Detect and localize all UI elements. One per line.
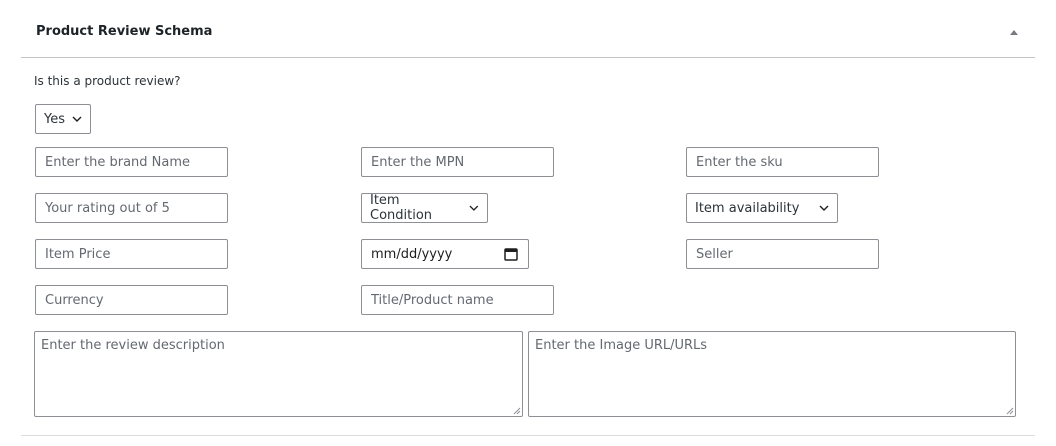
- date-input[interactable]: mm/dd/yyyy: [361, 239, 529, 269]
- collapse-toggle-icon[interactable]: [1009, 28, 1019, 38]
- metabox-header: Product Review Schema: [21, 12, 1035, 58]
- chevron-down-icon: [469, 205, 479, 211]
- image-urls-textarea[interactable]: [528, 331, 1016, 417]
- sku-input[interactable]: [686, 147, 879, 177]
- brand-name-input[interactable]: [35, 147, 228, 177]
- item-price-input[interactable]: [35, 239, 228, 269]
- item-availability-select-value: Item availability: [695, 200, 800, 216]
- item-condition-select-value: Item Condition: [370, 193, 433, 223]
- product-title-input[interactable]: [361, 285, 554, 315]
- rating-input[interactable]: [35, 193, 228, 223]
- review-description-textarea[interactable]: [34, 331, 523, 417]
- item-availability-select[interactable]: Item availability: [686, 193, 838, 223]
- product-review-select[interactable]: Yes: [35, 104, 91, 134]
- date-input-placeholder: mm/dd/yyyy: [371, 246, 453, 262]
- item-condition-select[interactable]: Item Condition: [361, 193, 488, 223]
- product-review-question-label: Is this a product review?: [34, 74, 181, 88]
- mpn-input[interactable]: [361, 147, 554, 177]
- product-review-select-value: Yes: [44, 111, 65, 127]
- metabox-bottom-divider: [21, 435, 1035, 436]
- chevron-down-icon: [72, 116, 82, 122]
- metabox-title: Product Review Schema: [36, 24, 213, 39]
- seller-input[interactable]: [686, 239, 879, 269]
- calendar-icon[interactable]: [504, 247, 518, 261]
- currency-input[interactable]: [35, 285, 228, 315]
- chevron-down-icon: [819, 205, 829, 211]
